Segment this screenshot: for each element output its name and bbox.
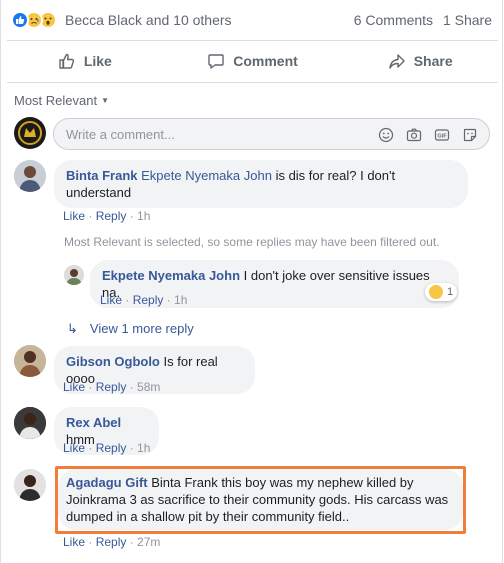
reactions-summary: Becca Black and 10 others 6 Comments 1 S… (1, 8, 504, 32)
reply-actions: Like · Reply · 1h (100, 293, 188, 307)
comment-time[interactable]: 1h (137, 209, 150, 223)
view-more-replies-link[interactable]: ↳ View 1 more reply (67, 321, 194, 337)
reply-link[interactable]: Reply (96, 441, 127, 455)
comment-bubble: Binta Frank Ekpete Nyemaka John is dis f… (54, 160, 468, 208)
thumbs-up-icon (59, 53, 74, 69)
comment-text: is dis for real? I don't (275, 168, 396, 183)
comment-icon (208, 54, 224, 69)
shares-count[interactable]: 1 Share (443, 12, 492, 28)
comment-button-label: Comment (233, 53, 298, 69)
comment-actions: Like · Reply · 58m (63, 380, 161, 394)
comments-count[interactable]: 6 Comments (354, 12, 433, 28)
gif-icon[interactable]: GIF (433, 126, 451, 144)
reaction-names[interactable]: Becca Black and 10 others (65, 12, 232, 28)
comment-text: understand (66, 185, 132, 200)
like-button-label: Like (83, 53, 112, 69)
reply-time[interactable]: 1h (174, 293, 187, 307)
reply-link[interactable]: Reply (96, 535, 127, 549)
highlight-box (55, 466, 466, 534)
reaction-count: 1 (447, 286, 454, 298)
like-link[interactable]: Like (100, 293, 122, 307)
post-counts: 6 Comments 1 Share (348, 12, 492, 28)
commenter-avatar[interactable] (14, 345, 46, 377)
action-bar: Like Comment Share (1, 44, 504, 78)
reply-link[interactable]: Reply (96, 380, 127, 394)
comment-author[interactable]: Rex Abel (66, 415, 121, 430)
reply-author-avatar[interactable] (64, 265, 84, 285)
emoji-icon[interactable] (377, 126, 395, 144)
comment-actions: Like · Reply · 1h (63, 209, 151, 223)
reply-arrow-icon: ↳ (67, 321, 78, 336)
like-link[interactable]: Like (63, 535, 85, 549)
comment-author[interactable]: Gibson Ogbolo (66, 354, 160, 369)
like-button[interactable]: Like (1, 44, 169, 78)
sort-label: Most Relevant (14, 93, 98, 108)
comment-sort-dropdown[interactable]: Most Relevant ▼ (14, 93, 109, 108)
like-link[interactable]: Like (63, 209, 85, 223)
comment-time[interactable]: 27m (137, 535, 160, 549)
reply-link[interactable]: Reply (96, 209, 127, 223)
commenter-avatar[interactable] (14, 160, 46, 192)
like-link[interactable]: Like (63, 441, 85, 455)
divider (7, 82, 498, 83)
mentioned-user[interactable]: Ekpete Nyemaka John (141, 168, 272, 183)
current-user-avatar[interactable] (14, 117, 46, 149)
commenter-avatar[interactable] (14, 469, 46, 501)
reply-author[interactable]: Ekpete Nyemaka John (102, 268, 240, 283)
divider (7, 40, 498, 41)
comment-input-placeholder: Write a comment... (66, 127, 175, 142)
comment-time[interactable]: 58m (137, 380, 160, 394)
share-button-label: Share (413, 53, 453, 69)
comment-actions: Like · Reply · 1h (63, 441, 151, 455)
reaction-icons[interactable] (11, 11, 57, 29)
camera-icon[interactable] (405, 126, 423, 144)
comment-author[interactable]: Binta Frank (66, 168, 138, 183)
like-icon (11, 11, 29, 29)
filter-notice: Most Relevant is selected, so some repli… (64, 235, 440, 249)
share-arrow-icon (389, 54, 405, 69)
share-button[interactable]: Share (336, 44, 504, 78)
sad-icon (429, 285, 443, 299)
svg-text:GIF: GIF (437, 134, 447, 140)
comment-time[interactable]: 1h (137, 441, 150, 455)
sticker-icon[interactable] (461, 126, 479, 144)
comment-actions: Like · Reply · 27m (63, 535, 161, 549)
write-comment-input[interactable]: Write a comment... GIF (53, 118, 490, 150)
reply-reaction-badge[interactable]: 1 (425, 283, 458, 301)
commenter-avatar[interactable] (14, 407, 46, 439)
comment-button[interactable]: Comment (169, 44, 337, 78)
post-comments-panel: Becca Black and 10 others 6 Comments 1 S… (0, 0, 503, 563)
like-link[interactable]: Like (63, 380, 85, 394)
composer-tools: GIF (377, 126, 479, 144)
view-more-label: View 1 more reply (89, 321, 194, 336)
caret-down-icon: ▼ (101, 96, 110, 105)
reply-link[interactable]: Reply (133, 293, 164, 307)
